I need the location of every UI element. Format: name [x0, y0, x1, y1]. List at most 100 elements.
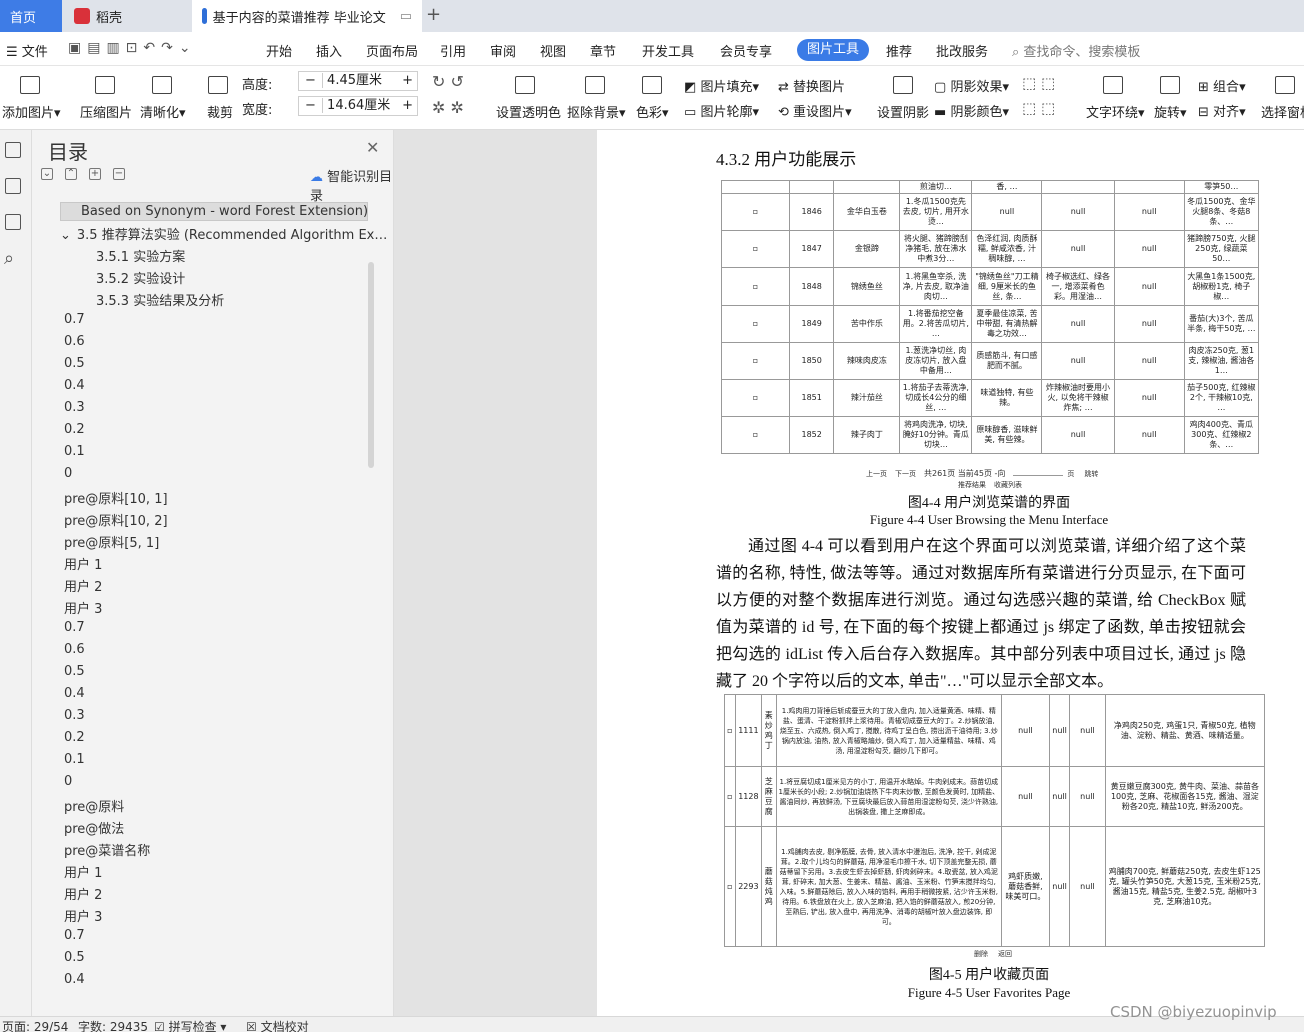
toc-item[interactable]: 用户 3: [64, 906, 102, 925]
toc-item[interactable]: 0.1: [64, 752, 85, 767]
sharpen-button[interactable]: 清晰化▾: [140, 102, 186, 121]
jump-button[interactable]: 跳转: [1084, 470, 1098, 478]
set-transparent-button[interactable]: 设置透明色: [496, 102, 561, 121]
back-button[interactable]: 返回: [998, 950, 1012, 958]
row-checkbox[interactable]: ▫: [753, 207, 758, 216]
width-field[interactable]: − 14.64厘米 +: [298, 96, 418, 116]
toc-item[interactable]: 0.4: [64, 378, 85, 393]
toc-item[interactable]: 0: [64, 466, 72, 481]
toc-item[interactable]: 0.3: [64, 400, 85, 415]
toc-item[interactable]: 用户 3: [64, 598, 102, 617]
find-icon[interactable]: ⌕: [4, 248, 14, 269]
toc-item[interactable]: pre@做法: [64, 818, 124, 837]
toc-item[interactable]: ⌄ 3.5 推荐算法实验 (Recommended Algorithm Ex…: [60, 224, 387, 243]
rotate-button[interactable]: 旋转▾: [1154, 102, 1187, 121]
brightness-icons[interactable]: ✲ ✲: [432, 98, 464, 117]
command-search[interactable]: ⌕ 查找命令、搜索模板: [1012, 41, 1140, 60]
toc-item[interactable]: 0.1: [64, 444, 85, 459]
row-checkbox[interactable]: ▫: [753, 282, 758, 291]
quick-access-icons[interactable]: ▣▤▥⊡↶↷⌄: [68, 40, 197, 56]
menu-references[interactable]: 引用: [440, 41, 466, 60]
chapter-nav-icon[interactable]: [5, 178, 21, 194]
toc-item[interactable]: 3.5.3 实验结果及分析: [96, 290, 224, 309]
recommend-result-button[interactable]: 推荐结果: [958, 481, 986, 489]
collapse-all-icon[interactable]: ⌄: [41, 168, 53, 180]
width-decrease[interactable]: −: [299, 98, 323, 113]
row-checkbox[interactable]: ▫: [727, 726, 732, 735]
add-image-button[interactable]: 添加图片▾: [2, 102, 61, 121]
toc-item[interactable]: 0.4: [64, 686, 85, 701]
rotate-small-icons[interactable]: ↻ ↺: [432, 72, 464, 91]
toc-scrollbar[interactable]: [368, 262, 374, 468]
replace-picture-button[interactable]: ⇄ 替换图片: [778, 76, 845, 95]
tab-daoke[interactable]: 稻壳: [64, 0, 190, 32]
color-button[interactable]: 色彩▾: [636, 102, 669, 121]
row-checkbox[interactable]: ▫: [727, 792, 732, 801]
toc-item[interactable]: 0.3: [64, 708, 85, 723]
toc-item[interactable]: Based on Synonym - word Forest Extension…: [60, 202, 368, 221]
toc-item[interactable]: pre@原料[10, 2]: [64, 510, 168, 529]
row-checkbox[interactable]: ▫: [753, 244, 758, 253]
remove-background-button[interactable]: 抠除背景▾: [567, 102, 626, 121]
compress-image-button[interactable]: 压缩图片: [80, 102, 132, 121]
remove-heading-icon[interactable]: −: [113, 168, 125, 180]
add-heading-icon[interactable]: +: [89, 168, 101, 180]
shadow-offset-icons[interactable]: ⬚ ⬚: [1022, 99, 1055, 117]
toc-item[interactable]: 3.5.2 实验设计: [96, 268, 185, 287]
new-tab-icon[interactable]: +: [426, 4, 441, 25]
chevron-down-icon[interactable]: ⌄: [60, 228, 71, 243]
menu-chapter[interactable]: 章节: [590, 41, 616, 60]
tab-close-icon[interactable]: ▭: [400, 9, 412, 24]
shadow-nudge-icons[interactable]: ⬚ ⬚: [1022, 74, 1055, 92]
reset-picture-button[interactable]: ⟲ 重设图片▾: [778, 101, 852, 120]
page-number-input[interactable]: [1013, 468, 1064, 476]
picture-fill-button[interactable]: ◩ 图片填充▾: [684, 76, 759, 95]
smart-toc-button[interactable]: ☁ 智能识别目录: [310, 166, 393, 204]
shadow-color-button[interactable]: ▬ 阴影颜色▾: [934, 101, 1009, 120]
pager-prev-button[interactable]: 上一页: [866, 470, 887, 478]
height-field[interactable]: − 4.45厘米 +: [298, 71, 418, 91]
toc-icon[interactable]: [5, 142, 21, 158]
menu-insert[interactable]: 插入: [316, 41, 342, 60]
toc-item[interactable]: 用户 1: [64, 862, 102, 881]
selection-pane-button[interactable]: 选择窗格: [1261, 102, 1304, 121]
toc-item[interactable]: 0.7: [64, 312, 85, 327]
bookmark-icon[interactable]: [5, 214, 21, 230]
height-decrease[interactable]: −: [299, 73, 323, 88]
proofread-button[interactable]: ☒ 文档校对: [246, 1018, 309, 1032]
text-wrap-button[interactable]: 文字环绕▾: [1086, 102, 1145, 121]
close-icon[interactable]: ✕: [366, 138, 379, 157]
menu-layout[interactable]: 页面布局: [366, 41, 418, 60]
height-increase[interactable]: +: [402, 72, 413, 90]
menu-picture-tools[interactable]: 图片工具: [797, 39, 869, 61]
word-count[interactable]: 字数: 29435: [78, 1018, 148, 1032]
toc-item[interactable]: 3.5.1 实验方案: [96, 246, 185, 265]
tab-home[interactable]: 首页: [0, 0, 62, 32]
row-checkbox[interactable]: ▫: [727, 882, 732, 891]
menu-start[interactable]: 开始: [266, 41, 292, 60]
toc-item[interactable]: 0.2: [64, 422, 85, 437]
toc-item[interactable]: 0.7: [64, 928, 85, 943]
shadow-effect-button[interactable]: ▢ 阴影效果▾: [934, 76, 1009, 95]
file-menu[interactable]: ☰ 文件: [6, 41, 48, 60]
toc-item[interactable]: pre@原料[10, 1]: [64, 488, 168, 507]
toc-item[interactable]: 0.7: [64, 620, 85, 635]
toc-item[interactable]: 用户 2: [64, 884, 102, 903]
pager-next-button[interactable]: 下一页: [895, 470, 916, 478]
menu-correction[interactable]: 批改服务: [936, 41, 988, 60]
menu-view[interactable]: 视图: [540, 41, 566, 60]
row-checkbox[interactable]: ▫: [753, 430, 758, 439]
crop-button[interactable]: 裁剪: [207, 102, 233, 121]
favorites-list-button[interactable]: 收藏列表: [994, 481, 1022, 489]
width-increase[interactable]: +: [402, 97, 413, 115]
toc-item[interactable]: 0.5: [64, 664, 85, 679]
row-checkbox[interactable]: ▫: [753, 319, 758, 328]
toc-item[interactable]: pre@原料[5, 1]: [64, 532, 159, 551]
toc-item[interactable]: 0.6: [64, 334, 85, 349]
row-checkbox[interactable]: ▫: [753, 393, 758, 402]
menu-review[interactable]: 审阅: [490, 41, 516, 60]
picture-outline-button[interactable]: ▭ 图片轮廓▾: [684, 101, 759, 120]
toc-item[interactable]: 0.6: [64, 642, 85, 657]
toc-item[interactable]: 0: [64, 774, 72, 789]
toc-item[interactable]: pre@菜谱名称: [64, 840, 150, 859]
